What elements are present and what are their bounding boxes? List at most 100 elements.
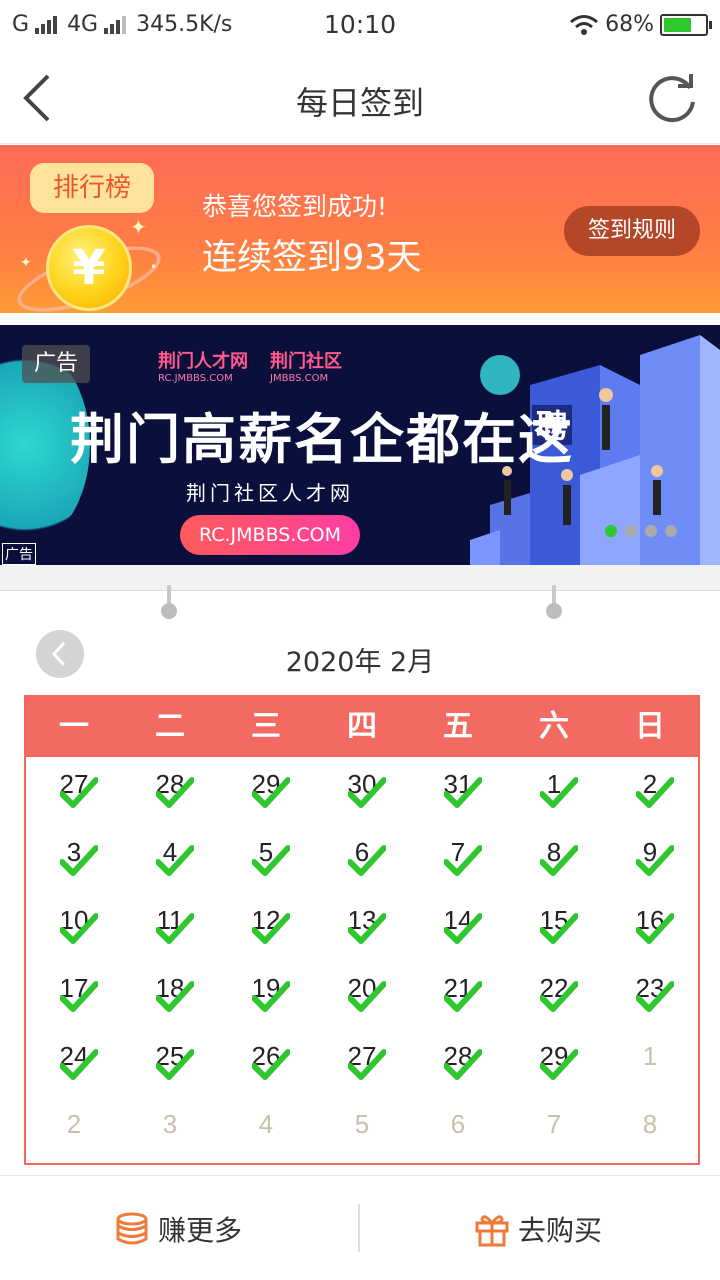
refresh-icon[interactable] [644,70,700,126]
calendar-day[interactable]: 8 [506,825,602,893]
calendar-day[interactable]: 4 [122,825,218,893]
check-icon [252,913,290,944]
calendar-day[interactable]: 17 [26,961,122,1029]
check-icon [252,845,290,876]
earn-more-button[interactable]: 赚更多 [114,1176,242,1280]
ad-url-button[interactable]: RC.JMBBS.COM [180,515,360,555]
sparkle-icon: ✦ [20,255,32,271]
ad-banner[interactable]: 聘 广告 荆门人才网 RC.JMBBS.COM 荆门社区 JMBBS.COM 荆门高… [0,325,720,565]
page-title: 每日签到 [295,84,424,122]
calendar-pin-icon [546,585,562,619]
battery-icon [660,13,712,36]
check-icon [252,981,290,1012]
weekday-label: 五 [443,709,473,744]
weekday-label: 六 [539,709,569,744]
calendar-day[interactable]: 18 [122,961,218,1029]
coin-symbol: ¥ [72,240,106,296]
calendar-day[interactable]: 29 [506,1029,602,1097]
calendar-day[interactable]: 5 [218,825,314,893]
calendar-day[interactable]: 7 [410,825,506,893]
calendar-day[interactable]: 2 [26,1097,122,1165]
signin-rules-button[interactable]: 签到规则 [564,206,700,256]
calendar-day[interactable]: 12 [218,893,314,961]
check-icon [348,981,386,1012]
check-icon [156,845,194,876]
calendar-section: 2020年 2月 一二三四五六日 27 28 29 30 31 1 2 3 4 5 6 7 8 9 10 11… [0,565,720,1173]
calendar-day[interactable]: 11 [122,893,218,961]
day-number: 1 [642,1041,658,1071]
weekday-label: 三 [251,709,281,744]
check-icon [636,845,674,876]
calendar-day[interactable]: 27 [26,757,122,825]
calendar-day[interactable]: 21 [410,961,506,1029]
check-icon [252,777,290,808]
calendar-pin-icon [161,585,177,619]
sparkle-icon: ✦ [130,215,147,239]
ad-label: 广告 [22,345,90,383]
check-icon [540,1049,578,1080]
calendar-day[interactable]: 15 [506,893,602,961]
calendar-day[interactable]: 19 [218,961,314,1029]
bottom-divider [358,1204,360,1252]
sparkle-icon: • [150,260,158,274]
check-icon [156,981,194,1012]
calendar-day[interactable]: 3 [122,1097,218,1165]
calendar-day[interactable]: 27 [314,1029,410,1097]
check-icon [636,981,674,1012]
carousel-dot [605,525,617,537]
day-number: 8 [642,1109,658,1139]
signin-streak: 连续签到93天 [202,238,422,278]
day-number: 2 [66,1109,82,1139]
check-icon [60,777,98,808]
calendar-day[interactable]: 10 [26,893,122,961]
carousel-indicator [605,525,677,537]
check-icon [540,777,578,808]
check-icon [444,777,482,808]
check-icon [60,913,98,944]
status-right: 68% [569,12,712,37]
calendar-table: 一二三四五六日 27 28 29 30 31 1 2 3 4 5 6 7 8 9 10 11 12 13 14 15 1… [24,695,700,1165]
calendar-day[interactable]: 7 [506,1097,602,1165]
check-icon [348,845,386,876]
check-icon [156,777,194,808]
calendar-day[interactable]: 28 [122,757,218,825]
day-number: 3 [162,1109,178,1139]
check-icon [156,913,194,944]
calendar-day[interactable]: 22 [506,961,602,1029]
earn-more-label: 赚更多 [158,1213,243,1247]
calendar-day[interactable]: 6 [410,1097,506,1165]
calendar-day[interactable]: 8 [602,1097,698,1165]
calendar-day[interactable]: 9 [602,825,698,893]
calendar-day[interactable]: 20 [314,961,410,1029]
calendar-day[interactable]: 23 [602,961,698,1029]
check-icon [348,777,386,808]
calendar-day[interactable]: 31 [410,757,506,825]
calendar-day[interactable]: 5 [314,1097,410,1165]
check-icon [252,1049,290,1080]
calendar-day[interactable]: 25 [122,1029,218,1097]
calendar-day[interactable]: 26 [218,1029,314,1097]
gift-icon [475,1214,509,1246]
calendar-day[interactable]: 4 [218,1097,314,1165]
calendar-day[interactable]: 1 [602,1029,698,1097]
calendar-day[interactable]: 29 [218,757,314,825]
yen-coin-icon: ¥ [46,225,132,311]
ad-small-tag: 广告 [2,543,36,565]
calendar-day[interactable]: 2 [602,757,698,825]
check-icon [60,1049,98,1080]
calendar-day[interactable]: 28 [410,1029,506,1097]
calendar-day[interactable]: 13 [314,893,410,961]
rank-button[interactable]: 排行榜 [30,163,154,213]
signin-message: 恭喜您签到成功! [202,192,388,221]
calendar-day[interactable]: 6 [314,825,410,893]
check-icon [636,913,674,944]
calendar-day[interactable]: 16 [602,893,698,961]
calendar-day[interactable]: 1 [506,757,602,825]
weekday-label: 一 [59,709,89,744]
go-buy-button[interactable]: 去购买 [474,1176,602,1280]
check-icon [156,1049,194,1080]
calendar-day[interactable]: 24 [26,1029,122,1097]
calendar-day[interactable]: 3 [26,825,122,893]
calendar-day[interactable]: 14 [410,893,506,961]
calendar-day[interactable]: 30 [314,757,410,825]
